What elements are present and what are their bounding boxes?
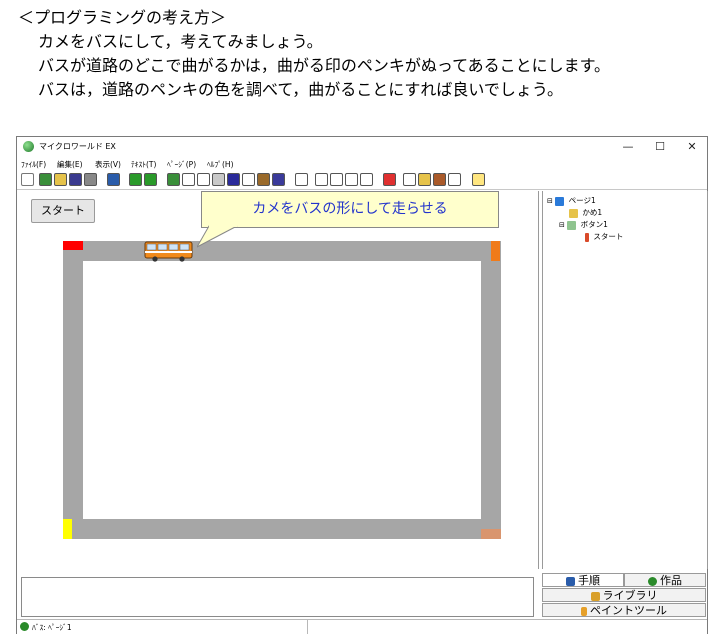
button-tree-icon	[567, 220, 577, 230]
intro-line-1: カメをバスにして，考えてみましょう。	[38, 32, 323, 51]
status-bar: ﾊﾞｽ: ﾍﾟｰｼﾞ1	[17, 619, 707, 634]
intro-line-3: バスは，道路のペンキの色を調べて，曲がることにすれば良いでしょう。	[38, 80, 563, 99]
bottom-left-paint-mark	[63, 519, 72, 539]
tree-page[interactable]: ⊟ ページ1	[547, 195, 596, 206]
tab-steps[interactable]: 手順	[542, 573, 624, 587]
stop-all-icon[interactable]	[21, 173, 34, 186]
page-tree-icon	[555, 196, 565, 206]
menu-bar: ﾌｧｲﾙ(F) 編集(E) 表示(V) ﾃｷｽﾄ(T) ﾍﾟｰｼﾞ(P) ﾍﾙﾌ…	[17, 157, 707, 171]
bus-icon[interactable]	[144, 241, 193, 262]
new-icon[interactable]	[39, 173, 52, 186]
help-icon[interactable]	[472, 173, 485, 186]
start-button[interactable]: スタート	[31, 199, 95, 223]
zoom-in-icon[interactable]	[345, 173, 358, 186]
menu-view[interactable]: 表示(V)	[95, 159, 121, 170]
menu-edit[interactable]: 編集(E)	[57, 159, 83, 170]
menu-help[interactable]: ﾍﾙﾌﾟ(H)	[207, 159, 234, 170]
eye-view-icon[interactable]	[315, 173, 328, 186]
close-button[interactable]: ✕	[679, 139, 705, 155]
arrow-left-icon[interactable]	[129, 173, 142, 186]
globe-tab-icon	[648, 576, 657, 586]
tab-paint-label: ペイントツール	[590, 604, 667, 617]
status-icon	[20, 622, 29, 631]
print-icon[interactable]	[84, 173, 97, 186]
menu-page[interactable]: ﾍﾟｰｼﾞ(P)	[167, 159, 196, 170]
save-icon[interactable]	[69, 173, 82, 186]
intro-heading: ＜プログラミングの考え方＞	[18, 8, 227, 27]
minimize-button[interactable]: —	[615, 139, 641, 155]
folder-icon[interactable]	[54, 173, 67, 186]
stop-icon[interactable]	[383, 173, 396, 186]
page-canvas[interactable]: スタート カメをバスの形にして走らせる	[19, 191, 539, 569]
shape-icon[interactable]	[242, 173, 255, 186]
paste-icon[interactable]	[433, 173, 446, 186]
brush-icon	[581, 606, 587, 616]
maximize-button[interactable]: ☐	[647, 139, 673, 155]
tree-button-child[interactable]: スタート	[585, 231, 623, 242]
scissors-icon[interactable]	[403, 173, 416, 186]
text-icon[interactable]	[182, 173, 195, 186]
undo-icon[interactable]	[448, 173, 461, 186]
collapse-icon[interactable]: ⊟	[547, 197, 553, 205]
tab-library[interactable]: ライブラリ	[542, 588, 706, 602]
copy-icon[interactable]	[418, 173, 431, 186]
tree-page-label: ページ1	[568, 196, 596, 205]
arrow-right-icon[interactable]	[144, 173, 157, 186]
stamp-icon[interactable]	[330, 173, 343, 186]
pointer-icon[interactable]	[295, 173, 308, 186]
script-tree-icon	[585, 232, 589, 242]
tree-button-child-label: スタート	[593, 232, 624, 241]
library-icon	[590, 591, 600, 601]
turtle-icon[interactable]	[167, 173, 180, 186]
book-icon	[566, 576, 575, 586]
animal-icon[interactable]	[257, 173, 270, 186]
window-title: マイクロワールド EX	[39, 142, 116, 151]
project-tree: ⊟ ページ1 かめ1 ⊟ ボタン1 スタート	[542, 191, 708, 569]
toolbar	[17, 171, 707, 190]
zoom-out-icon[interactable]	[360, 173, 373, 186]
callout-tail	[197, 225, 238, 248]
intro-line-2: バスが道路のどこで曲がるかは，曲がる印のペンキがぬってあることにします。	[38, 56, 611, 75]
slider-icon[interactable]	[197, 173, 210, 186]
page-icon[interactable]	[107, 173, 120, 186]
callout-box: カメをバスの形にして走らせる	[201, 191, 499, 228]
command-center[interactable]	[21, 577, 534, 617]
bottom-right-paint-mark	[481, 529, 501, 539]
menu-file[interactable]: ﾌｧｲﾙ(F)	[21, 159, 46, 170]
turtle-tree-icon	[569, 208, 578, 218]
music-icon[interactable]	[227, 173, 240, 186]
intro-text: ＜プログラミングの考え方＞ カメをバスにして，考えてみましょう。 バスが道路のど…	[18, 6, 718, 102]
status-text: ﾊﾞｽ: ﾍﾟｰｼﾞ1	[32, 623, 72, 632]
side-tabs: 手順 作品 ライブラリ ペイントツール	[540, 573, 708, 619]
app-icon	[23, 141, 34, 152]
tab-works[interactable]: 作品	[624, 573, 706, 587]
tree-button-label: ボタン1	[580, 220, 608, 229]
tab-paint[interactable]: ペイントツール	[542, 603, 706, 617]
tab-library-label: ライブラリ	[602, 589, 658, 602]
menu-text[interactable]: ﾃｷｽﾄ(T)	[131, 159, 156, 170]
globe-icon[interactable]	[272, 173, 285, 186]
road	[63, 241, 501, 539]
app-window: マイクロワールド EX — ☐ ✕ ﾌｧｲﾙ(F) 編集(E) 表示(V) ﾃｷ…	[16, 136, 708, 634]
road-inner-area	[83, 261, 481, 519]
tree-turtle-label: かめ1	[582, 208, 603, 217]
status-divider	[307, 620, 308, 634]
tree-button[interactable]: ⊟ ボタン1	[559, 219, 608, 230]
top-right-paint-mark	[491, 241, 500, 261]
top-left-paint-mark	[63, 241, 83, 250]
tab-works-label: 作品	[660, 574, 682, 587]
eye-icon[interactable]	[212, 173, 225, 186]
tree-turtle[interactable]: かめ1	[569, 207, 602, 218]
title-bar: マイクロワールド EX — ☐ ✕	[17, 137, 707, 157]
tab-steps-label: 手順	[578, 574, 600, 587]
collapse-icon-2[interactable]: ⊟	[559, 221, 565, 229]
